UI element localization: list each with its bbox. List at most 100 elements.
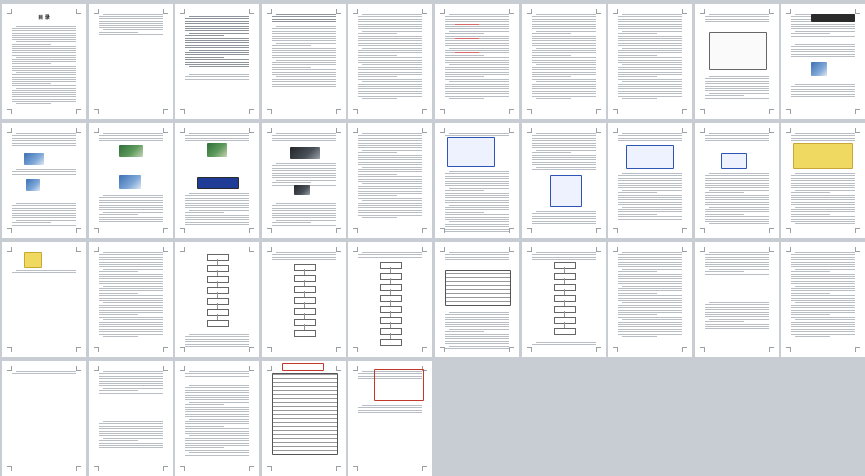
- text-line: [185, 140, 249, 142]
- page-thumbnail[interactable]: [2, 242, 86, 357]
- page-thumbnail[interactable]: [608, 123, 692, 238]
- text-line: [532, 140, 596, 142]
- page-thumbnail[interactable]: [695, 242, 779, 357]
- flow-node: [294, 264, 316, 271]
- text-line: [536, 64, 596, 66]
- text-line: [618, 45, 682, 47]
- page-thumbnail[interactable]: [608, 242, 692, 357]
- text-line: [618, 278, 682, 280]
- page-thumbnail[interactable]: [348, 4, 432, 119]
- text-line: [791, 180, 855, 182]
- text-line: [618, 280, 682, 282]
- text-line: [705, 137, 769, 139]
- text-line: [795, 189, 855, 191]
- text-line: [99, 209, 163, 211]
- page-thumbnail[interactable]: 目 录: [2, 4, 86, 119]
- page-thumbnail[interactable]: [781, 242, 865, 357]
- text-line: [12, 207, 76, 209]
- text-line: [445, 214, 509, 216]
- flow-node: [380, 306, 402, 313]
- text-line: [12, 54, 76, 56]
- page-thumbnail[interactable]: [522, 123, 606, 238]
- page-corner-mark: [249, 228, 254, 233]
- text-line: [12, 65, 76, 67]
- text-line: [791, 33, 830, 35]
- text-line: [791, 283, 855, 285]
- page-thumbnail[interactable]: [781, 4, 865, 119]
- page-thumbnail[interactable]: [2, 123, 86, 238]
- page-thumbnail[interactable]: [435, 123, 519, 238]
- page-thumbnail[interactable]: [175, 361, 259, 476]
- page-thumbnail[interactable]: [435, 4, 519, 119]
- page-thumbnail[interactable]: [89, 123, 173, 238]
- page-thumbnail[interactable]: [262, 361, 346, 476]
- page-thumbnail[interactable]: [89, 361, 173, 476]
- page-corner-mark: [527, 109, 532, 114]
- page-thumbnail[interactable]: [175, 4, 259, 119]
- page-thumbnail[interactable]: [175, 123, 259, 238]
- page-thumbnail[interactable]: [262, 4, 346, 119]
- text-line: [709, 76, 769, 77]
- page-thumbnail[interactable]: [695, 123, 779, 238]
- text-line: [445, 35, 509, 37]
- text-line: [449, 312, 509, 313]
- highlight-mark: [455, 24, 479, 25]
- text-line: [185, 421, 249, 422]
- text-line: [103, 319, 163, 321]
- text-line: [618, 326, 682, 328]
- text-line: [358, 135, 422, 137]
- page-thumbnail[interactable]: [695, 4, 779, 119]
- text-line: [622, 285, 682, 287]
- text-line: [185, 445, 249, 446]
- page-thumbnail[interactable]: [608, 4, 692, 119]
- page-thumbnail[interactable]: [348, 242, 432, 357]
- text-line: [791, 211, 855, 213]
- page-thumbnail[interactable]: [781, 123, 865, 238]
- text-line: [358, 145, 422, 146]
- page-thumbnail[interactable]: [348, 361, 432, 476]
- page-corner-mark: [180, 466, 185, 471]
- text-line: [709, 223, 769, 225]
- text-line: [12, 135, 76, 137]
- page-thumbnail[interactable]: [522, 4, 606, 119]
- page-thumbnail[interactable]: [89, 242, 173, 357]
- text-line: [362, 149, 422, 151]
- text-line: [185, 35, 224, 37]
- text-line: [189, 418, 249, 420]
- text-line: [618, 292, 657, 294]
- text-line: [358, 185, 422, 187]
- page-thumbnail[interactable]: [2, 361, 86, 476]
- text-line: [358, 16, 422, 18]
- text-line: [99, 445, 163, 446]
- text-line: [705, 216, 769, 218]
- page-thumbnail[interactable]: [262, 242, 346, 357]
- text-line: [791, 199, 855, 201]
- page-corner-mark: [353, 228, 358, 233]
- text-line: [276, 14, 336, 15]
- page-thumbnail[interactable]: [522, 242, 606, 357]
- text-line: [622, 336, 657, 337]
- text-line: [99, 316, 163, 318]
- text-line: [99, 199, 163, 201]
- flow-node: [207, 309, 229, 316]
- page-thumbnail[interactable]: [348, 123, 432, 238]
- page-corner-mark: [855, 247, 860, 252]
- page-corner-mark: [786, 247, 791, 252]
- text-line: [99, 380, 163, 382]
- text-line: [358, 28, 422, 30]
- text-line: [709, 133, 769, 134]
- text-line: [276, 42, 336, 44]
- text-line: [705, 180, 769, 182]
- page-thumbnail[interactable]: [89, 4, 173, 119]
- text-line: [618, 140, 682, 142]
- page-corner-mark: [596, 247, 601, 252]
- page-thumbnail[interactable]: [262, 123, 346, 238]
- page-corner-mark: [336, 247, 341, 252]
- page-corner-mark: [613, 128, 618, 133]
- text-line: [618, 209, 682, 210]
- text-line: [791, 221, 855, 222]
- text-line: [189, 385, 249, 386]
- page-thumbnail[interactable]: [175, 242, 259, 357]
- text-line: [99, 373, 163, 375]
- page-thumbnail[interactable]: [435, 242, 519, 357]
